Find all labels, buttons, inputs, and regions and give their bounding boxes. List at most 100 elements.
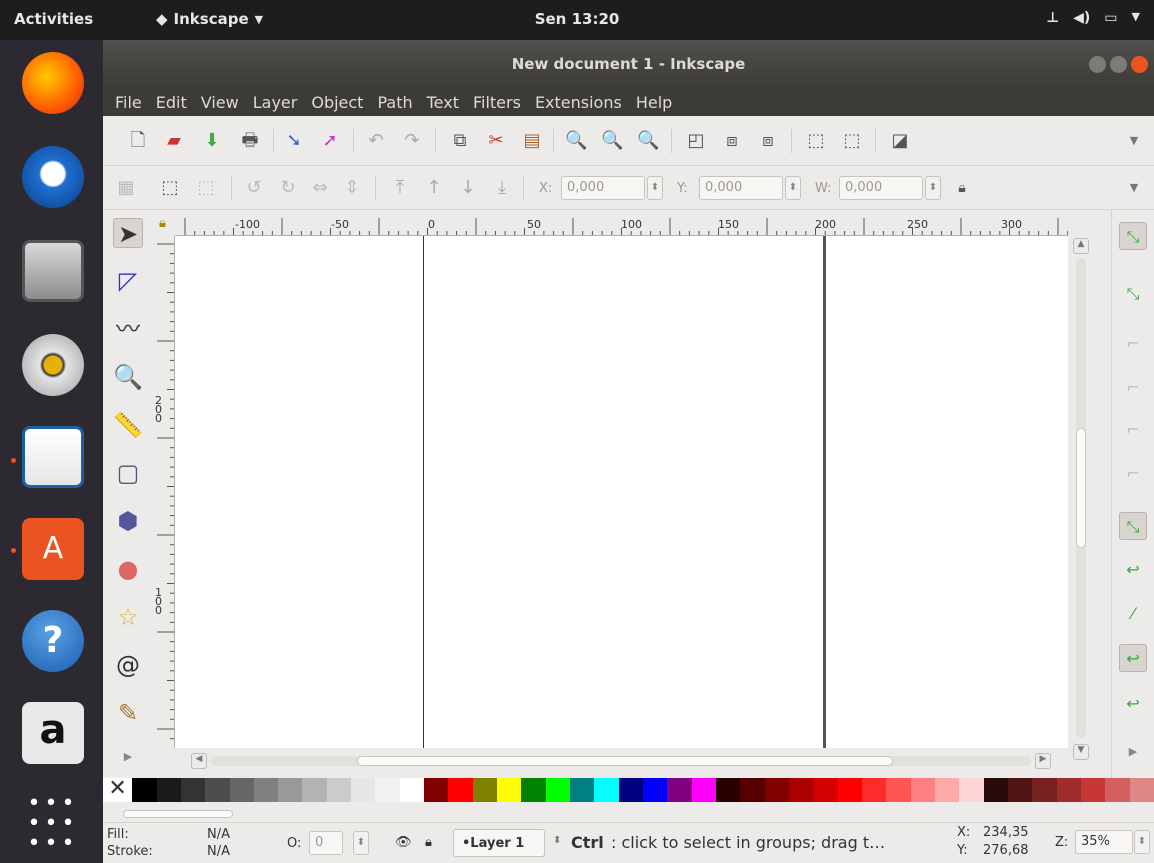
libreoffice-impress-icon[interactable] [22,426,84,488]
color-swatch[interactable] [302,778,327,802]
firefox-icon[interactable] [22,52,84,114]
horizontal-scroll-thumb[interactable] [357,756,893,766]
snap-smooth-nodes-icon[interactable]: ↩ [1119,690,1147,718]
color-swatch[interactable] [472,778,498,802]
copy-icon[interactable]: ⧉ [449,130,471,152]
measure-tool-icon[interactable]: 📏 [113,410,143,440]
flip-horizontal-icon[interactable]: ⇔ [309,177,331,199]
raise-to-top-icon[interactable]: ⤒ [389,177,411,199]
horizontal-scrollbar[interactable]: ◀ ▶ [175,748,1068,774]
color-swatch[interactable] [813,778,838,802]
snap-bbox-midpoint-icon[interactable]: ⌐ [1119,416,1147,444]
menu-edit[interactable]: Edit [156,93,187,112]
fill-stroke-icon[interactable]: ◪ [889,130,911,152]
title-bar[interactable]: New document 1 - Inkscape [103,40,1154,88]
ungroup-icon[interactable]: ⬚ [841,130,863,152]
snap-bbox-edge-icon[interactable]: ⌐ [1119,330,1147,358]
open-icon[interactable]: ▰ [163,130,185,152]
palette-scroll-thumb[interactable] [123,810,233,818]
color-swatch[interactable] [1008,778,1033,802]
x-spinner[interactable]: ⬍ [647,176,663,200]
close-icon[interactable] [1131,56,1148,73]
color-swatch[interactable] [399,778,425,802]
clone-icon[interactable]: ⧈ [721,130,743,152]
w-spinner[interactable]: ⬍ [925,176,941,200]
chevron-down-icon[interactable]: ▼ [1132,10,1140,26]
raise-icon[interactable]: ↑ [423,177,445,199]
color-swatch[interactable] [253,778,279,802]
color-swatch[interactable] [180,778,206,802]
rotate-cw-icon[interactable]: ↻ [277,177,299,199]
color-swatch[interactable] [935,778,960,802]
scroll-right-icon[interactable]: ▶ [1035,753,1051,769]
color-swatch[interactable] [862,778,887,802]
color-swatch[interactable] [375,778,400,802]
color-swatch[interactable] [278,778,303,802]
redo-icon[interactable]: ↷ [401,130,423,152]
layer-lock-icon[interactable]: 🔒︎ [425,835,432,850]
star-tool-icon[interactable]: ☆ [113,602,143,632]
rectangle-tool-icon[interactable]: ▢ [113,458,143,488]
deselect-icon[interactable]: ⬚ [195,177,217,199]
node-tool-icon[interactable]: ◸ [113,266,143,296]
zoom-tool-icon[interactable]: 🔍 [113,362,143,392]
help-icon[interactable]: ? [22,610,84,672]
select-all-icon[interactable]: ▦ [115,177,137,199]
color-swatch[interactable] [764,778,790,802]
color-swatch[interactable] [667,778,692,802]
color-swatch[interactable] [983,778,1008,802]
snap-bbox-icon[interactable]: ⤡ [1119,280,1147,308]
maximize-icon[interactable] [1110,56,1127,73]
show-applications-icon[interactable]: ••• ••• ••• [22,788,84,855]
undo-icon[interactable]: ↶ [365,130,387,152]
toolbar-overflow-icon[interactable]: ▼ [1123,130,1145,152]
scroll-up-icon[interactable]: ▲ [1073,238,1089,254]
color-swatch[interactable] [1105,778,1130,802]
color-swatch[interactable] [643,778,668,802]
system-tray[interactable]: ⊥ ◀) ▭ ▼ [1046,10,1140,26]
scroll-left-icon[interactable]: ◀ [191,753,207,769]
visibility-eye-icon[interactable]: 👁︎ [395,835,412,850]
rhythmbox-icon[interactable] [22,334,84,396]
menu-extensions[interactable]: Extensions [535,93,622,112]
snap-enable-icon[interactable]: ⤡ [1119,222,1147,250]
x-input[interactable]: 0,000 [561,176,645,200]
y-spinner[interactable]: ⬍ [785,176,801,200]
color-swatch[interactable] [1056,778,1081,802]
color-swatch[interactable] [716,778,741,802]
vertical-scrollbar[interactable]: ▲ ▼ [1069,236,1093,774]
group-icon[interactable]: ⬚ [805,130,827,152]
flip-vertical-icon[interactable]: ⇕ [341,177,363,199]
color-swatch[interactable] [132,778,157,802]
snap-more-icon[interactable]: ▶ [1119,738,1147,766]
snap-bbox-corner-icon[interactable]: ⌐ [1119,374,1147,402]
opacity-spinner[interactable]: ⬍ [353,831,369,855]
ruler-corner-lock-icon[interactable]: 🔒︎ [159,216,166,231]
duplicate-icon[interactable]: ◰ [685,130,707,152]
pencil-tool-icon[interactable]: ✎ [113,698,143,728]
minimize-icon[interactable] [1089,56,1106,73]
toolbar-overflow-icon[interactable]: ▼ [1123,177,1145,199]
color-swatch[interactable] [326,778,352,802]
vertical-ruler[interactable]: 200 100 [151,236,175,748]
thunderbird-icon[interactable] [22,146,84,208]
color-swatch[interactable] [351,778,376,802]
vertical-scroll-track[interactable] [1076,258,1086,738]
unlink-clone-icon[interactable]: ⧈ [757,130,779,152]
spiral-tool-icon[interactable]: @ [113,650,143,680]
network-icon[interactable]: ⊥ [1046,10,1059,26]
color-swatch[interactable] [570,778,595,802]
palette-scrollbar[interactable] [103,806,1154,822]
menu-text[interactable]: Text [427,93,459,112]
color-swatch[interactable] [837,778,863,802]
color-swatch[interactable] [691,778,717,802]
software-center-icon[interactable]: A [22,518,84,580]
horizontal-ruler[interactable]: -100 -50 0 50 100 150 200 250 300 [175,210,1068,236]
fill-value[interactable]: N/A [207,827,230,842]
color-swatch[interactable] [618,778,644,802]
menu-object[interactable]: Object [311,93,363,112]
activities-button[interactable]: Activities [14,10,93,28]
color-swatch[interactable] [448,778,473,802]
horizontal-scroll-track[interactable] [211,756,1031,766]
layer-selector[interactable]: •Layer 1 [453,829,545,857]
